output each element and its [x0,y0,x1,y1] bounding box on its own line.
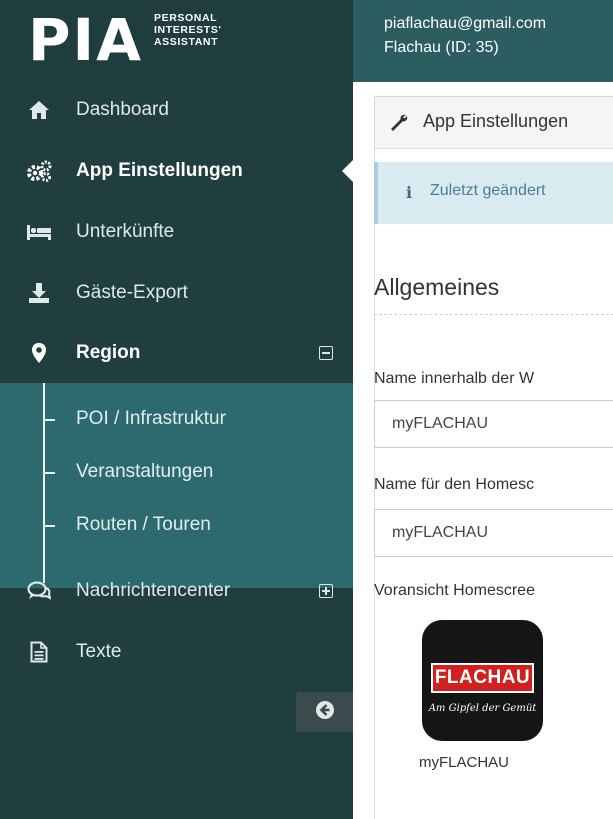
app-icon-preview: FLACHAU Am Gipfel der Gemüt [422,620,543,741]
sidebar-item-texte[interactable]: Texte [0,622,353,682]
sidebar-item-label: App Einstellungen [76,160,243,181]
sidebar-item-dashboard[interactable]: Dashboard [0,80,353,140]
section-title: Allgemeines [374,274,500,300]
homescreen-name-input[interactable]: myFLACHAU [374,509,613,557]
info-icon: i [406,183,413,202]
current-region: Flachau (ID: 35) [384,39,499,56]
logo-tagline-line: ASSISTANT [154,36,219,48]
sidebar-item-gaeste-export[interactable]: Gäste-Export [0,263,353,323]
tree-branch [43,525,55,527]
brand-logo[interactable]: PIA PERSONAL INTERESTS' ASSISTANT [0,0,353,82]
map-marker-icon [26,341,52,365]
input-value: myFLACHAU [392,524,489,541]
download-icon [26,281,52,305]
sidebar-item-label: Dashboard [76,99,169,120]
cogs-icon [26,159,52,183]
logo-tagline-line: INTERESTS' [154,24,222,36]
badge-text: FLACHAU [434,667,531,688]
app-icon-name: myFLACHAU [419,754,510,771]
submenu-item-label: Routen / Touren [76,514,211,535]
logo-tagline: PERSONAL INTERESTS' ASSISTANT [154,12,221,48]
sidebar-item-label: Texte [76,641,122,662]
sidebar-item-label: Nachrichtencenter [76,580,231,601]
submenu-item-label: POI / Infrastruktur [76,408,226,429]
home-icon [26,98,52,122]
section-divider [374,314,613,315]
sidebar-item-app-einstellungen[interactable]: App Einstellungen [0,141,353,201]
sidebar: PIA PERSONAL INTERESTS' ASSISTANT Dashbo… [0,0,353,819]
tree-branch [43,472,55,474]
sidebar-item-unterkuenfte[interactable]: Unterkünfte [0,202,353,262]
field-label-app-name: Name innerhalb der W [374,370,535,387]
wrench-icon [389,113,409,138]
submenu-item-label: Veranstaltungen [76,461,214,482]
submenu-item-veranstaltungen[interactable]: Veranstaltungen [0,453,353,493]
region-submenu: POI / Infrastruktur Veranstaltungen Rout… [0,383,353,588]
logo-text: PIA [28,6,143,74]
preview-label: Voransicht Homescree [374,582,535,599]
collapse-sidebar-button[interactable] [296,692,353,732]
top-bar: piaflachau@gmail.com Flachau (ID: 35) [353,0,613,82]
sidebar-item-region[interactable]: Region [0,323,353,383]
badge-script-text: Am Gipfel der Gemüt [428,703,537,714]
sidebar-item-label: Unterkünfte [76,221,175,242]
info-alert: i Zuletzt geändert [374,162,613,224]
panel-title: App Einstellungen [423,111,569,131]
file-text-icon [26,640,52,664]
main-content: App Einstellungen i Zuletzt geändert All… [353,82,613,819]
logo-tagline-line: PERSONAL [154,12,218,24]
sidebar-item-nachrichtencenter[interactable]: Nachrichtencenter [0,561,353,621]
sidebar-item-label: Region [76,342,141,363]
field-label-homescreen-name: Name für den Homesc [374,476,535,493]
active-indicator [342,160,353,182]
comments-icon [26,579,52,603]
app-name-input[interactable]: myFLACHAU [374,400,613,448]
expand-toggle-icon[interactable] [319,584,333,598]
input-value: myFLACHAU [392,415,489,432]
panel-header: App Einstellungen [375,97,613,149]
arrow-left-circle-icon [315,700,335,725]
submenu-item-poi[interactable]: POI / Infrastruktur [0,400,353,440]
tree-branch [43,419,55,421]
user-email[interactable]: piaflachau@gmail.com [384,15,546,33]
bed-icon [26,220,52,244]
submenu-item-routen[interactable]: Routen / Touren [0,506,353,546]
collapse-toggle-icon[interactable] [319,346,333,360]
sidebar-item-label: Gäste-Export [76,282,188,303]
info-text: Zuletzt geändert [430,182,546,199]
flachau-badge: FLACHAU [431,663,534,693]
